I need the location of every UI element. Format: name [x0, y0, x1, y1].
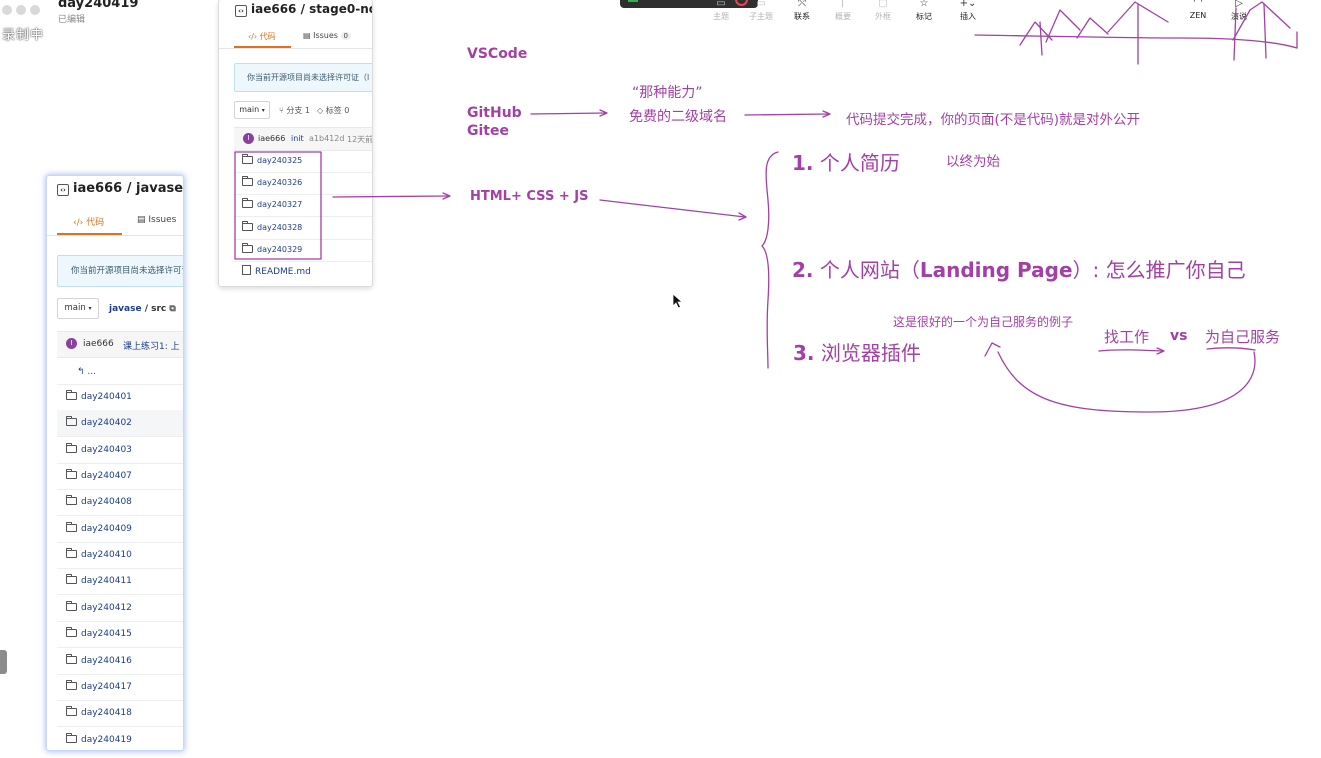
ink-doodle: [1019, 21, 1053, 46]
ink-underline-job: [1098, 349, 1163, 352]
note-find-job: 找工作: [1104, 328, 1150, 346]
ink-loop-arrow: [997, 351, 1256, 413]
note-github: GitHub: [467, 105, 522, 121]
ink-doodle: [1263, 3, 1267, 59]
ink-doodle-line: [974, 34, 1298, 49]
mouse-cursor-icon: [672, 293, 684, 309]
ink-arrow-folders: [332, 195, 450, 198]
note-start-with-end: 以终为始: [946, 154, 1000, 170]
ink-arrow-domain: [744, 113, 830, 116]
note-free-domain: 免费的二级域名: [629, 109, 727, 125]
note-good-example: 这是很好的一个为自己服务的例子: [893, 315, 1074, 329]
ink-arrowhead: [984, 342, 1001, 357]
ink-box-folders: [234, 151, 322, 260]
list-item-3: 3. 浏览器插件: [793, 341, 921, 365]
list-item-1: 1. 个人简历: [792, 151, 900, 175]
ink-doodle: [1039, 21, 1043, 56]
note-quote: “那种能力”: [632, 85, 703, 101]
note-gitee: Gitee: [467, 123, 509, 139]
note-serve-self: 为自己服务: [1205, 328, 1281, 346]
ink-underline-self: [1206, 347, 1256, 351]
note-vs: vs: [1170, 328, 1188, 344]
ink-arrow-github: [530, 112, 607, 115]
ink-doodle: [1232, 1, 1291, 41]
note-publish: 代码提交完成，你的页面(不是代码)就是对外公开: [846, 112, 1141, 128]
ink-arrow-html: [599, 199, 746, 218]
ink-doodle: [1076, 17, 1109, 39]
list-item-2: 2. 个人网站（Landing Page）: 怎么推广你自己: [792, 258, 1246, 282]
note-html-css-js: HTML+ CSS + JS: [470, 189, 589, 204]
note-vscode: VSCode: [467, 46, 528, 62]
ink-curly-brace: [761, 151, 779, 369]
